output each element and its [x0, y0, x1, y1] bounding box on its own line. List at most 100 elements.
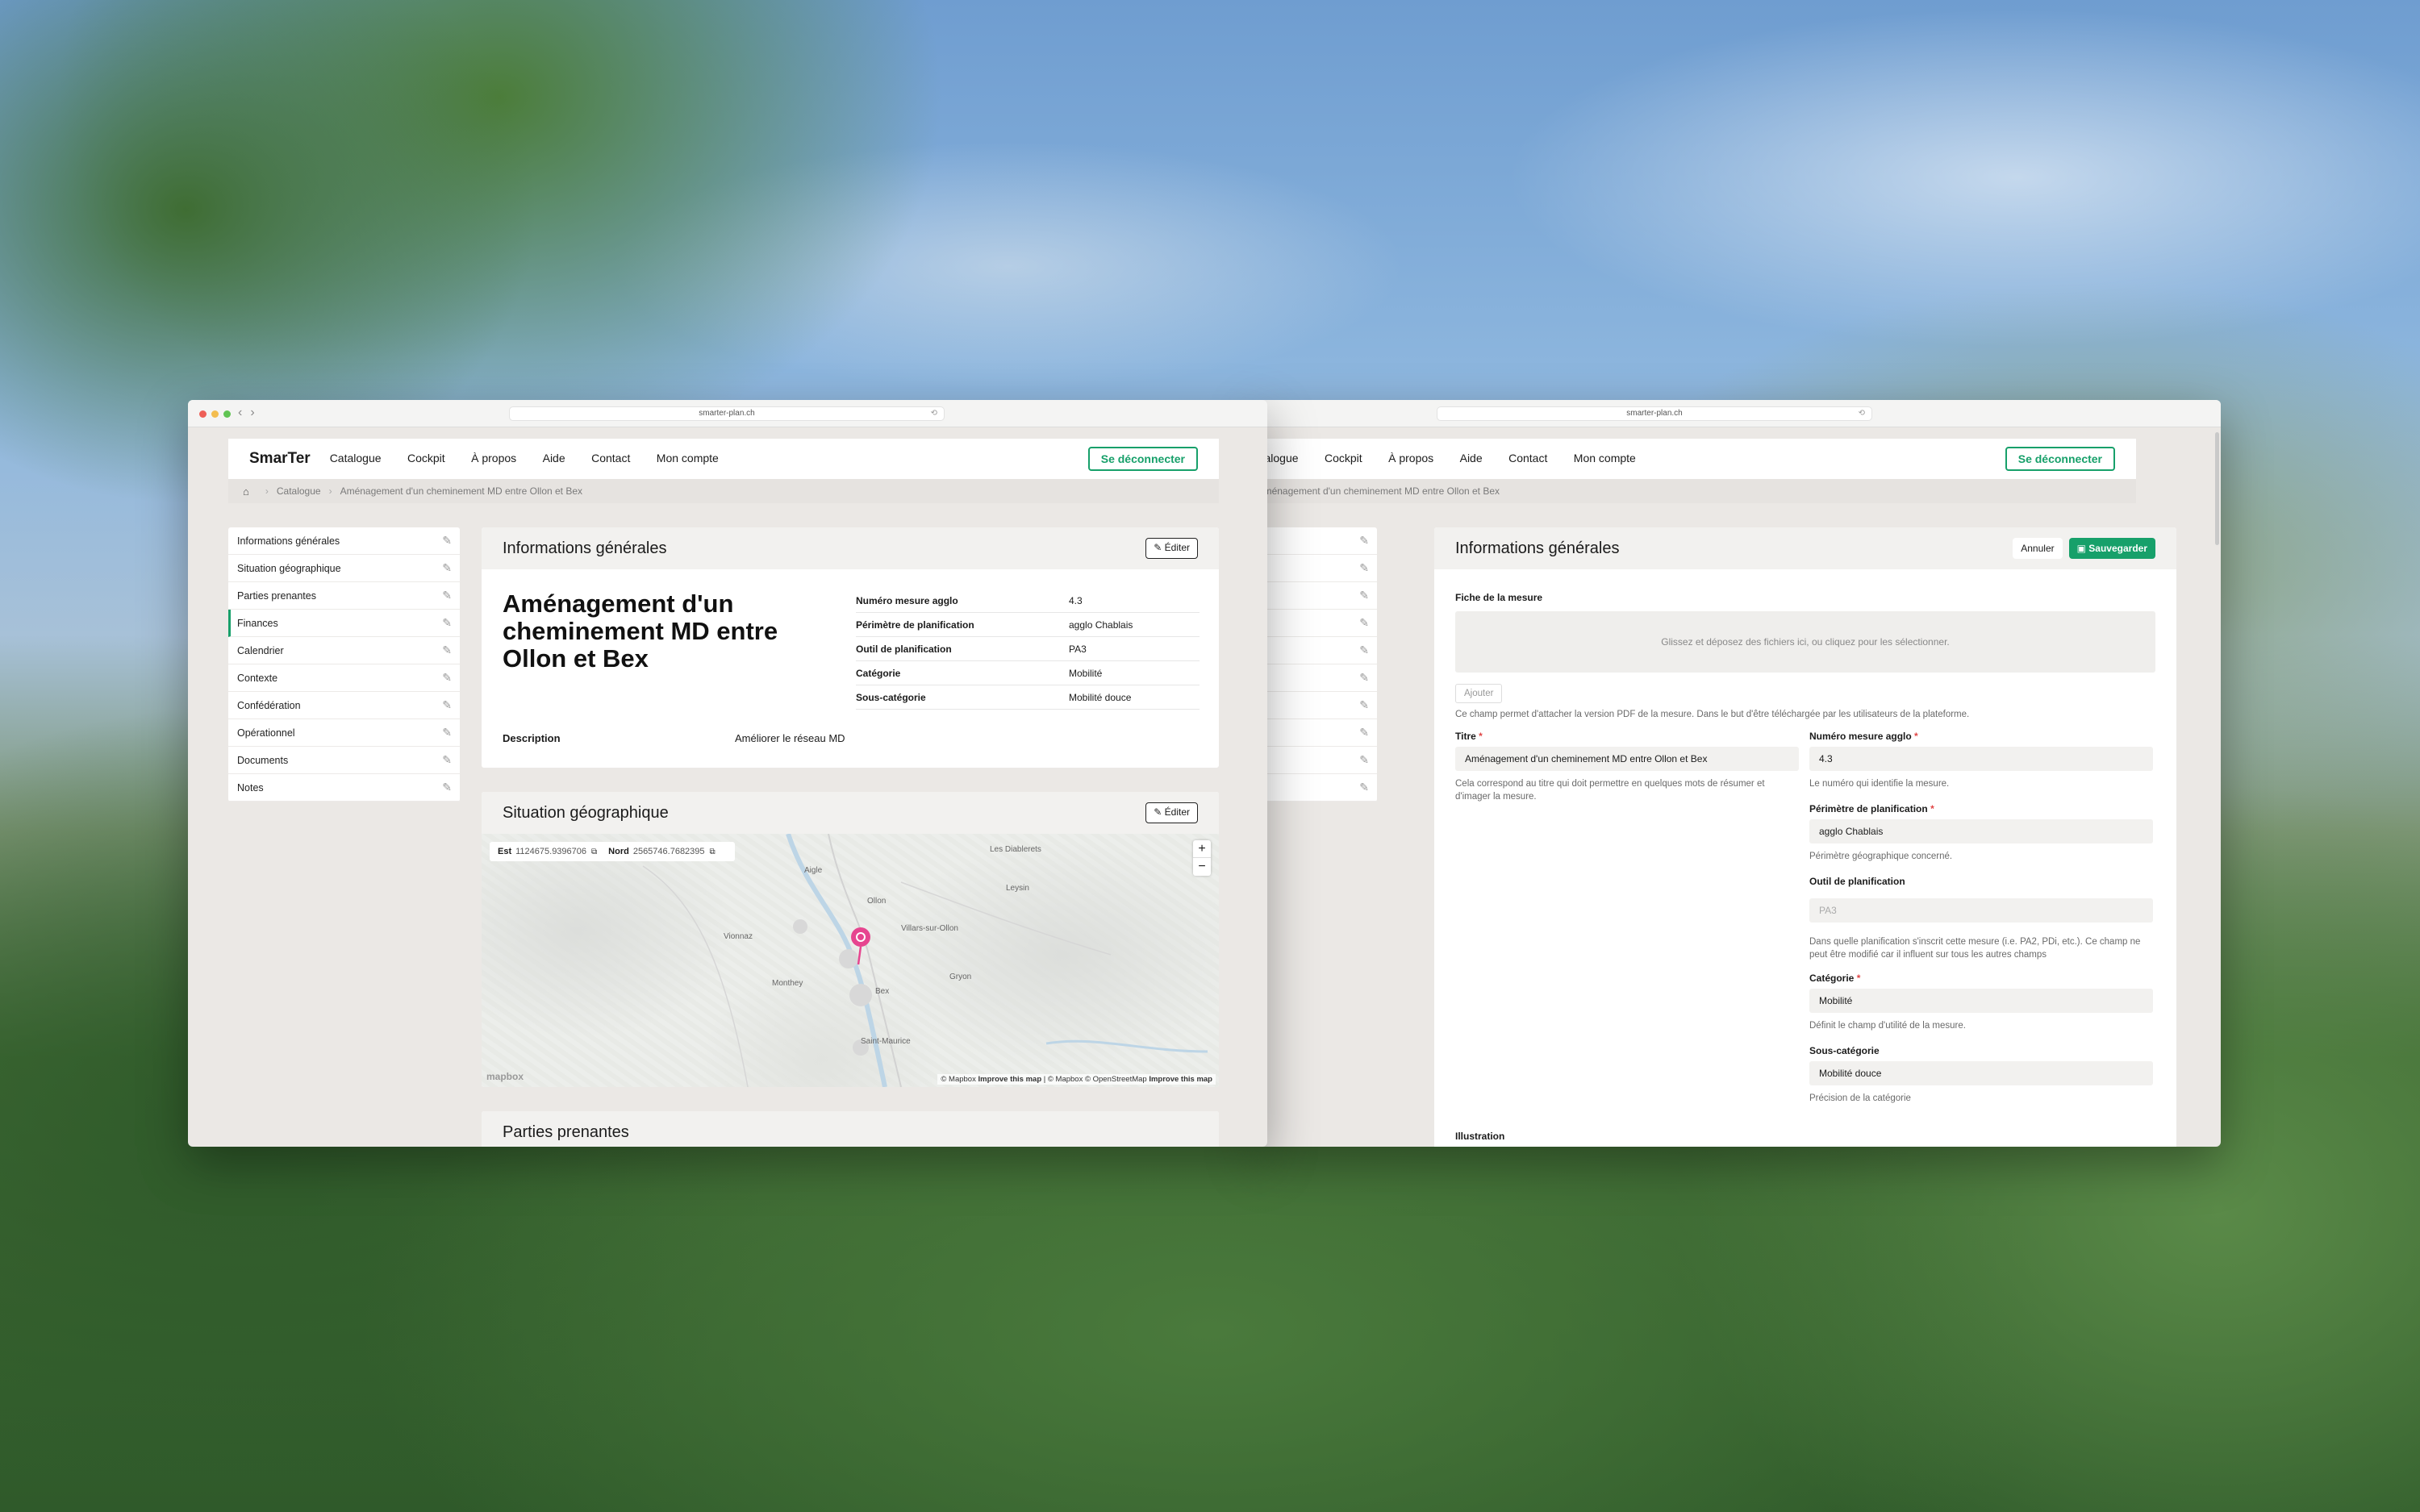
nav-mon-compte[interactable]: Mon compte: [657, 452, 719, 464]
sidebar-item-operationnel[interactable]: Opérationnel ✎: [228, 719, 460, 747]
map-marker-icon[interactable]: [849, 926, 873, 968]
sidebar-item-label: Informations générales: [237, 535, 340, 547]
map-label: Bex: [875, 987, 890, 996]
edit-button[interactable]: ✎ Éditer: [1145, 802, 1198, 823]
improve-map-link[interactable]: Improve this map: [978, 1075, 1041, 1084]
sidebar-item-informations[interactable]: Informations générales ✎: [228, 527, 460, 555]
section-sidebar: érales✎ phique✎ s✎ ✎ ✎ ✎ ✎ ✎ ✎ ✎: [1254, 527, 1377, 802]
app-logo[interactable]: SmarTer: [249, 450, 311, 468]
sidebar-item-notes[interactable]: Notes ✎: [228, 774, 460, 802]
pencil-icon[interactable]: ✎: [442, 561, 452, 575]
zoom-dot-icon[interactable]: [223, 410, 231, 418]
sidebar-item-contexte[interactable]: Contexte ✎: [228, 664, 460, 692]
field-value: agglo Chablais: [1069, 619, 1133, 631]
address-bar[interactable]: smarter-plan.ch ⟲: [1437, 406, 1872, 421]
reader-icon[interactable]: ⟲: [1859, 407, 1865, 420]
nav-mon-compte[interactable]: Mon compte: [1574, 452, 1636, 464]
nav-contact[interactable]: Contact: [591, 452, 630, 464]
nav-aide[interactable]: Aide: [543, 452, 565, 464]
back-icon[interactable]: ‹: [238, 406, 250, 419]
sidebar-item-confederation[interactable]: Confédération ✎: [228, 692, 460, 719]
souscat-select[interactable]: Mobilité douce: [1809, 1061, 2153, 1085]
nav-a-propos[interactable]: À propos: [1388, 452, 1433, 464]
sidebar-item-documents[interactable]: Documents ✎: [228, 747, 460, 774]
sidebar-item-operationnel[interactable]: ✎: [1254, 719, 1377, 747]
address-bar[interactable]: smarter-plan.ch ⟲: [509, 406, 945, 421]
save-button[interactable]: ▣ Sauvegarder: [2068, 538, 2155, 559]
pencil-icon[interactable]: ✎: [1359, 561, 1369, 575]
sidebar-item-notes[interactable]: ✎: [1254, 774, 1377, 802]
scrollbar[interactable]: [2215, 432, 2219, 545]
file-help: Ce champ permet d'attacher la version PD…: [1455, 710, 1970, 719]
sidebar-item-calendrier[interactable]: ✎: [1254, 637, 1377, 664]
nav-aide[interactable]: Aide: [1460, 452, 1483, 464]
zoom-in-button[interactable]: +: [1193, 840, 1211, 858]
sidebar-item-finances[interactable]: ✎: [1254, 610, 1377, 637]
pencil-icon[interactable]: ✎: [1359, 726, 1369, 739]
pencil-icon[interactable]: ✎: [442, 534, 452, 548]
breadcrumb-current: Aménagement d'un cheminement MD entre Ol…: [1257, 485, 1500, 497]
pencil-icon[interactable]: ✎: [442, 753, 452, 767]
pencil-icon[interactable]: ✎: [1359, 671, 1369, 685]
pencil-icon[interactable]: ✎: [1359, 616, 1369, 630]
sidebar-item-calendrier[interactable]: Calendrier ✎: [228, 637, 460, 664]
nav-catalogue[interactable]: Catalogue: [330, 452, 382, 464]
close-dot-icon[interactable]: [199, 410, 207, 418]
pencil-icon[interactable]: ✎: [1359, 781, 1369, 794]
reader-icon[interactable]: ⟲: [931, 407, 937, 420]
road: [900, 881, 1112, 956]
sidebar-item-situation[interactable]: Situation géographique ✎: [228, 555, 460, 582]
categorie-select[interactable]: Mobilité: [1809, 989, 2153, 1013]
zoom-out-button[interactable]: −: [1193, 858, 1211, 876]
edit-button[interactable]: ✎ Éditer: [1145, 538, 1198, 559]
breadcrumb-current: Aménagement d'un cheminement MD entre Ol…: [340, 485, 583, 497]
minimize-dot-icon[interactable]: [211, 410, 219, 418]
pencil-icon[interactable]: ✎: [442, 671, 452, 685]
numero-label: Numéro mesure agglo *: [1809, 731, 1918, 742]
pencil-icon[interactable]: ✎: [442, 781, 452, 794]
logout-button[interactable]: Se déconnecter: [1087, 447, 1198, 471]
pencil-icon[interactable]: ✎: [1359, 534, 1369, 548]
nav-cockpit[interactable]: Cockpit: [407, 452, 445, 464]
cancel-button[interactable]: Annuler: [2013, 538, 2063, 559]
file-dropzone[interactable]: Glissez et déposez des fichiers ici, ou …: [1455, 611, 2155, 673]
copy-icon[interactable]: ⧉: [591, 848, 597, 856]
map-label: Monthey: [772, 979, 803, 988]
breadcrumb-catalogue[interactable]: Catalogue: [277, 485, 321, 497]
nav-contact[interactable]: Contact: [1508, 452, 1547, 464]
improve-map-link[interactable]: Improve this map: [1149, 1075, 1212, 1084]
copy-icon[interactable]: ⧉: [710, 848, 716, 856]
nav-cockpit[interactable]: Cockpit: [1325, 452, 1362, 464]
sidebar-item-parties[interactable]: Parties prenantes ✎: [228, 582, 460, 610]
road: [642, 865, 749, 1087]
sidebar-item-situation[interactable]: phique✎: [1254, 555, 1377, 582]
forward-icon[interactable]: ›: [250, 406, 262, 419]
pencil-icon[interactable]: ✎: [1359, 589, 1369, 602]
pencil-icon[interactable]: ✎: [442, 644, 452, 657]
map[interactable]: Les Diablerets Aigle Ollon Bex Villars-s…: [482, 834, 1219, 1087]
sidebar-item-informations[interactable]: érales✎: [1254, 527, 1377, 555]
add-file-button[interactable]: Ajouter: [1455, 684, 1503, 703]
pencil-icon[interactable]: ✎: [442, 726, 452, 739]
pencil-icon[interactable]: ✎: [442, 616, 452, 630]
stakeholders-card: Parties prenantes: [482, 1111, 1219, 1147]
home-icon[interactable]: ⌂: [243, 485, 249, 498]
sidebar-item-documents[interactable]: ✎: [1254, 747, 1377, 774]
pencil-icon[interactable]: ✎: [1359, 644, 1369, 657]
field-label: Outil de planification: [856, 643, 952, 655]
pencil-icon[interactable]: ✎: [442, 589, 452, 602]
nav-a-propos[interactable]: À propos: [471, 452, 516, 464]
sidebar-item-contexte[interactable]: ✎: [1254, 664, 1377, 692]
logout-button[interactable]: Se déconnecter: [2005, 447, 2115, 471]
sidebar-item-finances[interactable]: Finances ✎: [228, 610, 460, 637]
title-input[interactable]: Aménagement d'un cheminement MD entre Ol…: [1455, 747, 1799, 771]
zoom-controls: + −: [1193, 840, 1211, 876]
sidebar-item-confederation[interactable]: ✎: [1254, 692, 1377, 719]
pencil-icon[interactable]: ✎: [442, 698, 452, 712]
perimetre-select[interactable]: agglo Chablais: [1809, 819, 2153, 843]
sidebar-item-parties[interactable]: s✎: [1254, 582, 1377, 610]
numero-input[interactable]: 4.3: [1809, 747, 2153, 771]
pencil-icon[interactable]: ✎: [1359, 753, 1369, 767]
pencil-icon[interactable]: ✎: [1359, 698, 1369, 712]
mapbox-logo-icon[interactable]: mapbox: [486, 1071, 524, 1082]
